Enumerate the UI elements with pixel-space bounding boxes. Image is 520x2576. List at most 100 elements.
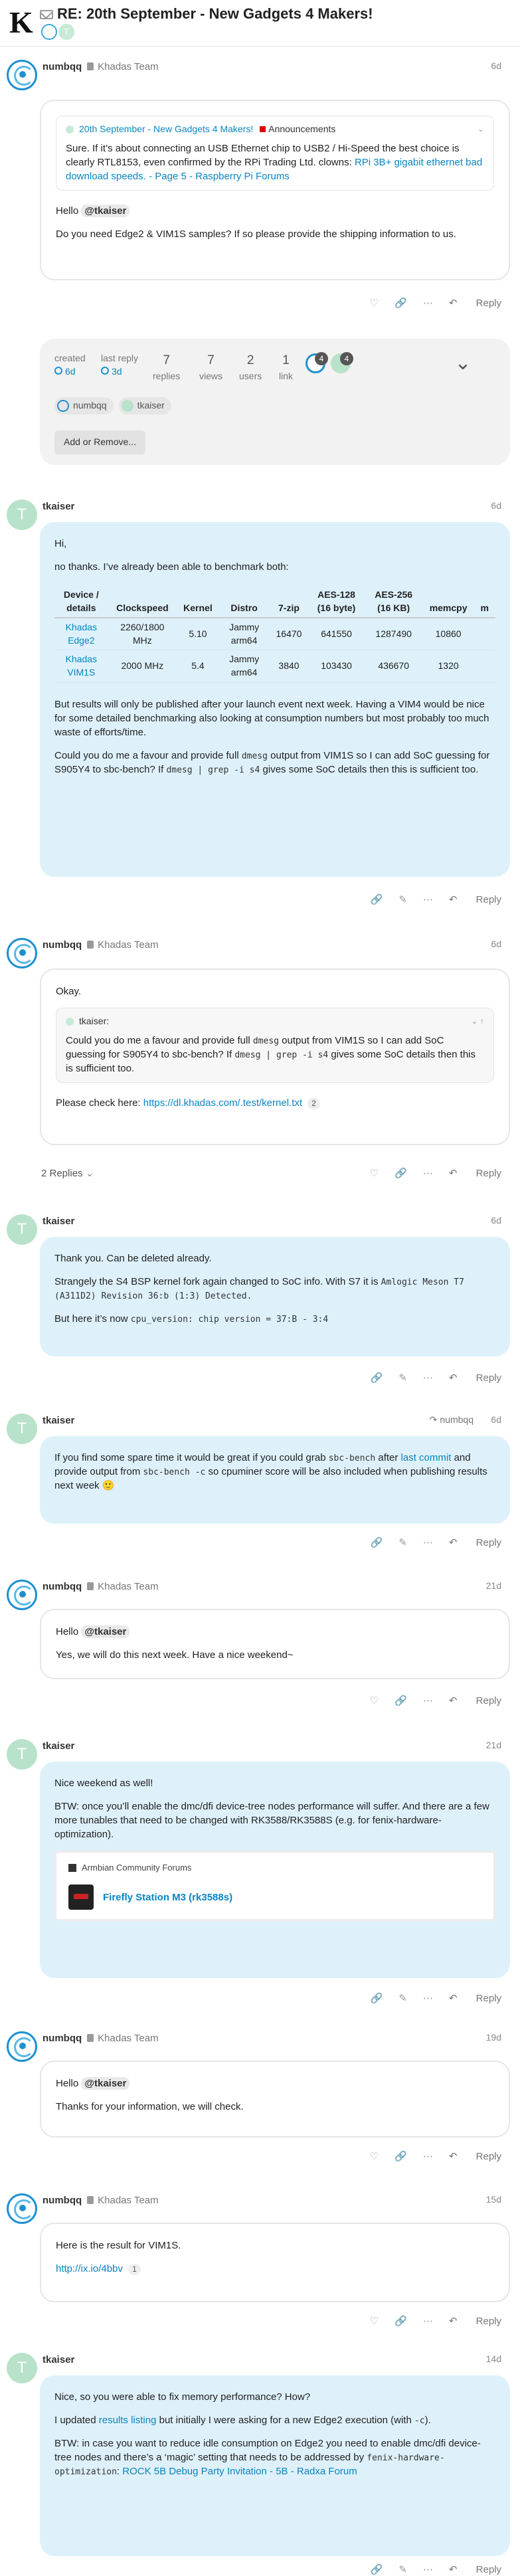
link-icon[interactable]: 🔗 [371, 1991, 383, 2005]
reply-to[interactable]: ↷ numbqq [430, 1414, 474, 1427]
more-icon[interactable]: ⋯ [423, 2563, 433, 2576]
link-icon[interactable]: 🔗 [371, 893, 383, 907]
commit-link[interactable]: last commit [401, 1452, 452, 1463]
post-date[interactable]: 6d [491, 60, 501, 73]
participant-avatar-numbqq[interactable] [41, 24, 57, 40]
more-icon[interactable]: ⋯ [423, 296, 433, 310]
post-date[interactable]: 15d [486, 2193, 501, 2207]
post-author[interactable]: numbqq Khadas Team [43, 2031, 159, 2045]
mention[interactable]: @tkaiser [81, 204, 130, 217]
replies-toggle[interactable]: 2 Replies ⌄ [41, 1166, 94, 1180]
post-author[interactable]: tkaiser [43, 1739, 74, 1753]
more-icon[interactable]: ⋯ [423, 1991, 433, 2005]
avatar[interactable] [7, 60, 37, 90]
avatar[interactable] [7, 2031, 37, 2062]
avatar[interactable]: T [7, 500, 37, 530]
avatar[interactable] [7, 938, 37, 968]
last-reply-stat[interactable]: last reply 3d [101, 352, 138, 378]
like-icon[interactable]: ♡ [370, 296, 379, 310]
link-icon[interactable]: 🔗 [371, 1536, 383, 1550]
link-icon[interactable]: 🔗 [394, 1694, 407, 1708]
post-actions: 🔗 ✎ ⋯ ↶ Reply [355, 1991, 501, 2005]
results-listing-link[interactable]: results listing [99, 2415, 157, 2426]
reply-button[interactable]: ↶ Reply [449, 1694, 501, 1708]
avatar[interactable]: T [7, 1739, 37, 1770]
expand-chevron-icon[interactable]: ⌄ [450, 353, 476, 376]
post-author[interactable]: numbqq Khadas Team [43, 60, 159, 74]
reply-button[interactable]: ↶ Reply [449, 1166, 501, 1180]
post-date[interactable]: 6d [491, 500, 501, 513]
post-author[interactable]: numbqq Khadas Team [43, 1580, 159, 1594]
post-author[interactable]: tkaiser [43, 500, 74, 513]
more-icon[interactable]: ⋯ [423, 1694, 433, 1708]
table-cell[interactable]: Khadas Edge2 [54, 618, 108, 651]
topic-title[interactable]: RE: 20th September - New Gadgets 4 Maker… [40, 4, 373, 25]
khadas-logo[interactable]: K [9, 4, 33, 41]
edit-icon[interactable]: ✎ [398, 893, 407, 907]
reply-button[interactable]: ↶ Reply [449, 2150, 501, 2163]
reply-button[interactable]: ↶ Reply [449, 2314, 501, 2328]
more-icon[interactable]: ⋯ [423, 1166, 433, 1180]
link-icon[interactable]: 🔗 [394, 1166, 407, 1180]
post-body: Nice, so you were able to fix memory per… [40, 2375, 510, 2556]
more-icon[interactable]: ⋯ [423, 893, 433, 907]
chevron-down-icon[interactable]: ⌄ [477, 124, 484, 135]
more-icon[interactable]: ⋯ [423, 1371, 433, 1385]
avatar[interactable]: T [7, 1214, 37, 1245]
mention[interactable]: @tkaiser [81, 1625, 130, 1638]
post-author[interactable]: tkaiser [43, 1214, 74, 1228]
quote-category[interactable]: Announcements [268, 123, 335, 136]
add-remove-button[interactable]: Add or Remove... [54, 430, 145, 454]
participant-chip[interactable]: tkaiser [118, 397, 171, 414]
radxa-forum-link[interactable]: ROCK 5B Debug Party Invitation - 5B - Ra… [122, 2466, 357, 2477]
edit-icon[interactable]: ✎ [398, 2563, 407, 2576]
avatar[interactable] [7, 2193, 37, 2224]
table-cell[interactable]: Khadas VIM1S [54, 650, 108, 683]
post-date[interactable]: 21d [486, 1739, 501, 1752]
link-icon[interactable]: 🔗 [394, 2314, 407, 2328]
post-date[interactable]: 14d [486, 2353, 501, 2366]
avatar[interactable]: T [7, 1414, 37, 1444]
reply-button[interactable]: ↶ Reply [449, 1991, 501, 2005]
reply-button[interactable]: ↶ Reply [449, 296, 501, 310]
edit-icon[interactable]: ✎ [398, 1536, 407, 1550]
post-author[interactable]: numbqq Khadas Team [43, 938, 159, 952]
post-date[interactable]: 6d [491, 938, 501, 951]
like-icon[interactable]: ♡ [370, 1166, 379, 1180]
more-icon[interactable]: ⋯ [423, 2150, 433, 2163]
participant-avatar-tkaiser[interactable]: T [58, 24, 74, 40]
like-icon[interactable]: ♡ [370, 1694, 379, 1708]
reply-button[interactable]: ↶ Reply [449, 1536, 501, 1550]
mention[interactable]: @tkaiser [81, 2077, 130, 2090]
chevron-up-icon[interactable]: ⌄ ↑ [472, 1016, 484, 1027]
link-preview[interactable]: Armbian Community Forums Firefly Station… [54, 1851, 495, 1922]
like-icon[interactable]: ♡ [370, 2314, 379, 2328]
link-icon[interactable]: 🔗 [394, 2150, 407, 2163]
avatar[interactable]: T [7, 2353, 37, 2383]
table-header: 7-zip [269, 586, 309, 619]
reply-button[interactable]: ↶ Reply [449, 893, 501, 907]
like-icon[interactable]: ♡ [370, 2150, 379, 2163]
post-author[interactable]: numbqq Khadas Team [43, 2193, 159, 2207]
result-link[interactable]: http://ix.io/4bbv [56, 2263, 123, 2274]
avatar[interactable] [7, 1580, 37, 1610]
link-icon[interactable]: 🔗 [394, 296, 407, 310]
post-date[interactable]: 6d [491, 1414, 501, 1427]
participant-chip[interactable]: numbqq [54, 397, 114, 414]
edit-icon[interactable]: ✎ [398, 1991, 407, 2005]
post-author[interactable]: tkaiser [43, 1414, 74, 1427]
post-date[interactable]: 21d [486, 1580, 501, 1593]
kernel-link[interactable]: https://dl.khadas.com/.test/kernel.txt [143, 1097, 302, 1109]
edit-icon[interactable]: ✎ [398, 1371, 407, 1385]
reply-button[interactable]: ↶ Reply [449, 2563, 501, 2576]
post-author[interactable]: tkaiser [43, 2353, 74, 2367]
post-date[interactable]: 6d [491, 1214, 501, 1228]
more-icon[interactable]: ⋯ [423, 2314, 433, 2328]
more-icon[interactable]: ⋯ [423, 1536, 433, 1550]
link-icon[interactable]: 🔗 [371, 1371, 383, 1385]
reply-button[interactable]: ↶ Reply [449, 1371, 501, 1385]
quote-topic-link[interactable]: 20th September - New Gadgets 4 Makers! [79, 123, 253, 136]
link-icon[interactable]: 🔗 [371, 2563, 383, 2576]
post-date[interactable]: 19d [486, 2031, 501, 2045]
preview-title[interactable]: Firefly Station M3 (rk3588s) [103, 1890, 232, 1904]
